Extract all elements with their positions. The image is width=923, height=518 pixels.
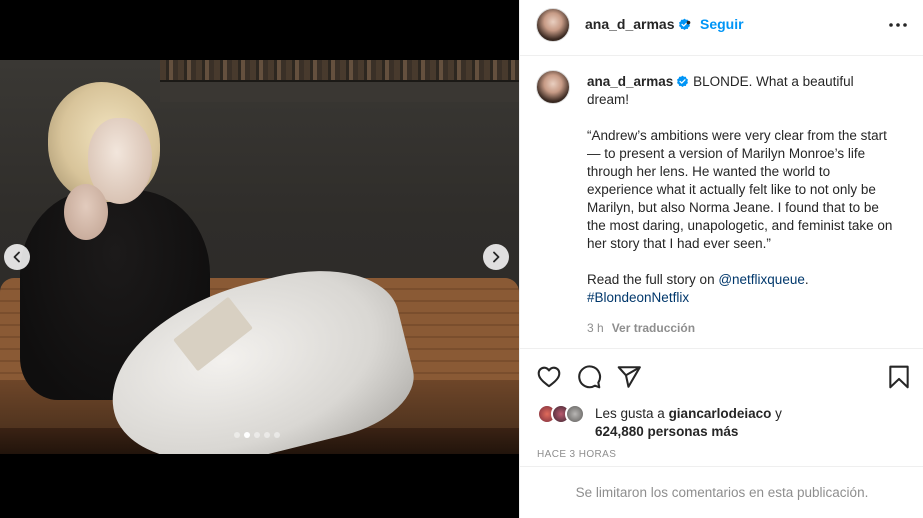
send-icon[interactable] [616,364,642,390]
post-timestamp[interactable]: HACE 3 HORAS [537,449,616,460]
read-more-prefix: Read the full story on [587,272,719,287]
post-header: ana_d_armas • Seguir [520,0,923,56]
figure-hand [64,184,108,240]
caption-meta: 3 h Ver traducción [587,321,695,335]
comment-icon[interactable] [576,364,602,390]
read-more-suffix: . [804,272,809,287]
mention-link[interactable]: @netflixqueue [718,272,805,287]
likes-line-1: Les gusta a giancarlodeiaco y [595,406,782,421]
likes-conjunction: y [771,406,782,421]
author-username-text[interactable]: ana_d_armas [585,16,675,32]
chevron-left-icon [13,251,20,263]
carousel-next-button[interactable] [483,244,509,270]
carousel-dot [264,432,270,438]
post-photo[interactable] [0,60,519,454]
caption-read-more: Read the full story on @netflixqueue. #B… [587,271,897,307]
follow-button[interactable]: Seguir [700,16,744,32]
likes-summary: Les gusta a giancarlodeiaco y 624,880 pe… [520,400,923,446]
carousel-indicator [234,432,280,438]
post-side-panel: ana_d_armas • Seguir ana_d_armas BLONDE.… [519,0,923,518]
liker-username[interactable]: giancarlodeiaco [669,406,772,421]
likes-count[interactable]: 624,880 personas más [595,424,738,439]
author-avatar[interactable] [536,8,570,42]
chevron-right-icon [493,251,500,263]
caption-author-avatar[interactable] [536,70,570,104]
comments-limited-notice: Se limitaron los comentarios en esta pub… [520,466,923,518]
post-media [0,0,519,518]
liker-avatars [537,404,585,424]
carousel-dot [254,432,260,438]
heart-icon[interactable] [536,364,562,390]
bookshelf [160,60,519,80]
liker-avatar[interactable] [565,404,585,424]
carousel-dot [244,432,250,438]
caption-age[interactable]: 3 h [587,321,604,335]
carousel-dot [274,432,280,438]
shelf-frame [160,80,519,102]
verified-badge-icon [677,75,689,88]
author-username[interactable]: ana_d_armas [585,16,691,32]
caption-quote: “Andrew’s ambitions were very clear from… [587,128,893,251]
carousel-dot [234,432,240,438]
likes-prefix: Les gusta a [595,406,669,421]
caption-username[interactable]: ana_d_armas [587,74,673,89]
caption-text: ana_d_armas BLONDE. What a beautiful dre… [587,73,897,307]
post-caption: ana_d_armas BLONDE. What a beautiful dre… [520,56,923,349]
caption-first-line: ana_d_armas BLONDE. What a beautiful dre… [587,73,897,109]
bookmark-icon[interactable] [886,364,912,390]
more-horizontal-icon[interactable] [886,15,910,35]
post-actions [520,350,923,400]
translate-button[interactable]: Ver traducción [612,321,695,335]
hashtag-link[interactable]: #BlondeonNetflix [587,290,689,305]
header-separator: • [686,14,691,30]
carousel-prev-button[interactable] [4,244,30,270]
